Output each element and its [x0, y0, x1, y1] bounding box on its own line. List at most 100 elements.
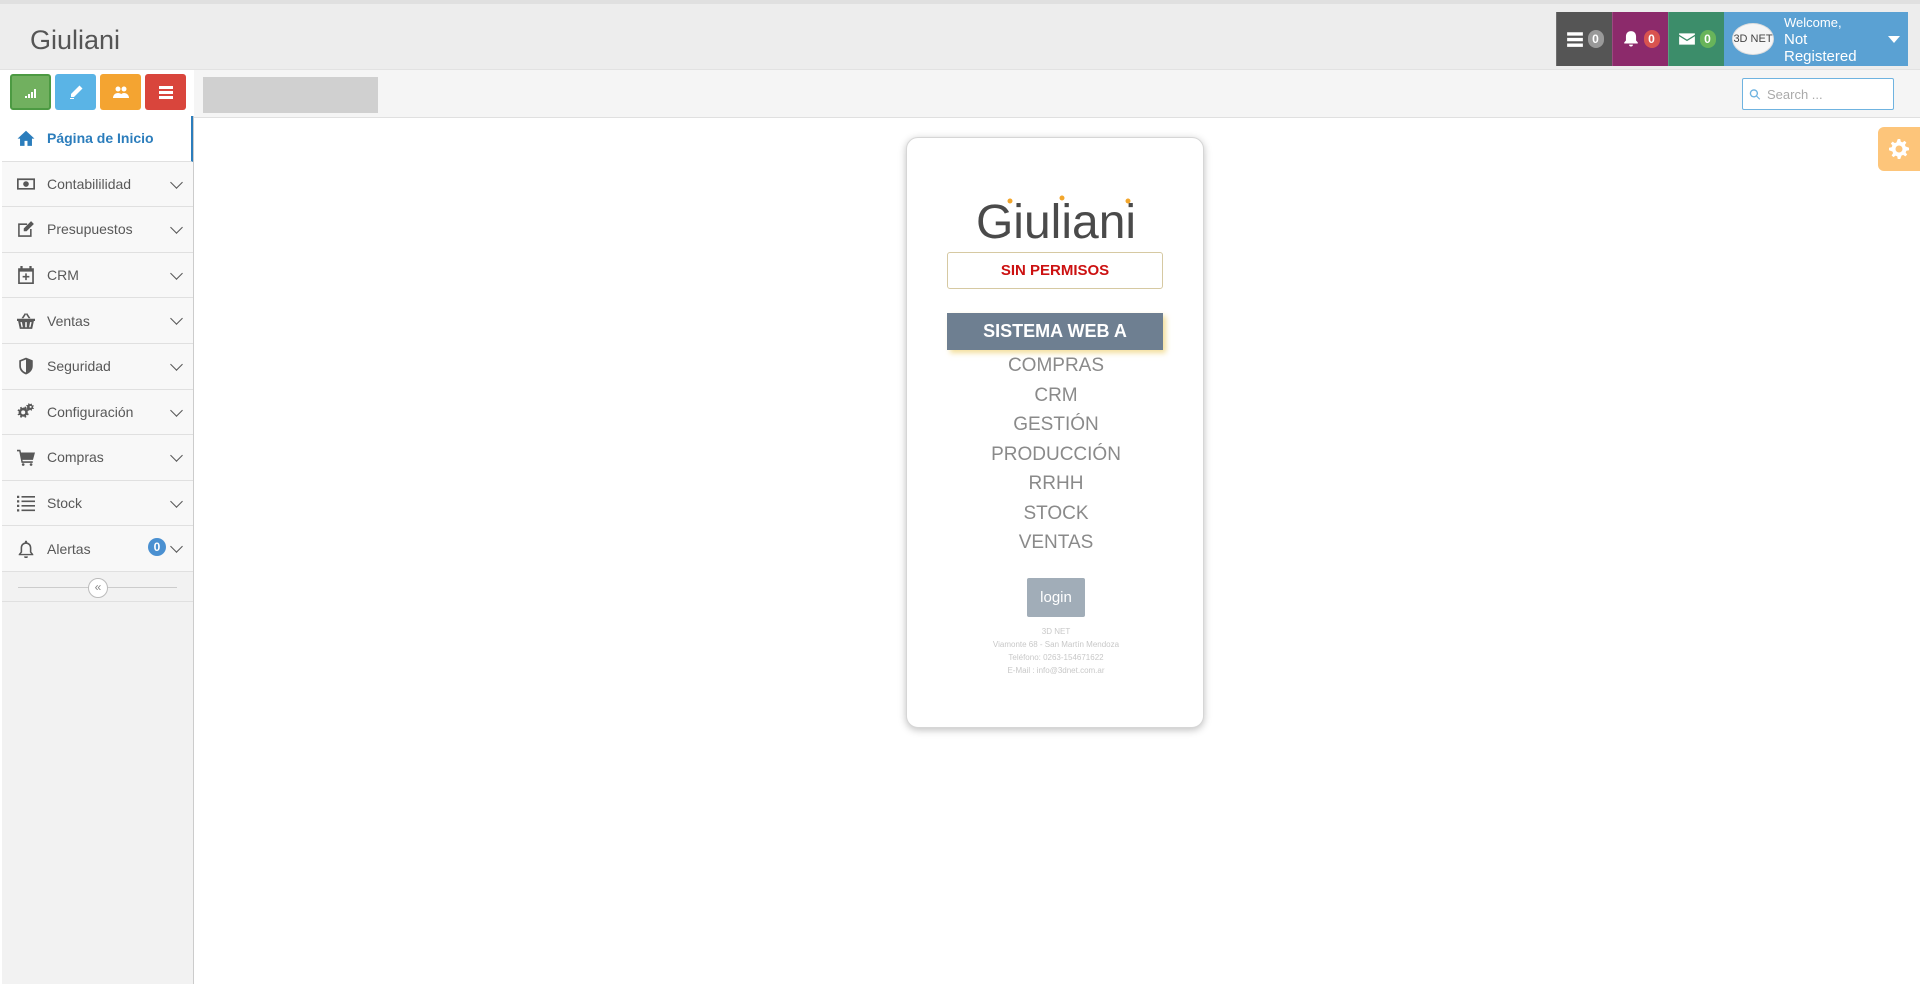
sidebar-item-label: Compras	[47, 449, 104, 466]
shortcut-list-button[interactable]	[145, 74, 186, 110]
alerts-badge: 0	[148, 538, 166, 557]
brand-logo[interactable]: Giuliani	[30, 18, 140, 58]
company-email: E-Mail : info@3dnet.com.ar	[1007, 666, 1105, 675]
card-logo: Giuliani	[976, 195, 1136, 249]
company-address: Viamonte 68 - San Martín Mendoza	[992, 640, 1120, 649]
search-icon	[1749, 88, 1761, 100]
chevron-down-icon	[170, 540, 183, 554]
chevron-down-icon	[170, 175, 183, 189]
module-item: GESTIÓN	[1013, 414, 1099, 435]
sidebar-item-inicio[interactable]: Página de Inicio	[2, 116, 193, 162]
sidebar-item-label: Seguridad	[47, 358, 111, 375]
chevron-down-icon	[170, 403, 183, 417]
sidebar-item-label: Alertas	[47, 540, 91, 557]
tasks-button[interactable]: 0	[1556, 12, 1612, 66]
company-info: 3D NET Viamonte 68 - San Martín Mendoza …	[907, 625, 1205, 677]
sidebar-item-crm[interactable]: CRM	[2, 252, 193, 299]
navbar-actions: 0 0 0 3D NET Welcome, Not Registered	[1556, 12, 1908, 66]
envelope-icon	[1678, 33, 1695, 45]
module-item: CRM	[1034, 384, 1078, 406]
sidebar-item-ventas[interactable]: Ventas	[2, 298, 193, 344]
sidebar-item-seguridad[interactable]: Seguridad	[2, 343, 193, 390]
chevron-down-icon	[170, 358, 183, 371]
shortcut-edit-button[interactable]	[55, 74, 96, 110]
breadcrumb	[203, 77, 378, 113]
user-name: Not Registered	[1784, 30, 1857, 65]
breadcrumb-bar	[194, 70, 1920, 118]
basket-icon	[16, 311, 36, 331]
sidebar-item-configuracion[interactable]: Configuración	[2, 389, 193, 436]
headline: SISTEMA WEB A MEDIDA	[947, 313, 1163, 378]
chevron-down-icon	[170, 449, 183, 463]
caret-down-icon	[1888, 35, 1900, 43]
bell-icon	[16, 539, 36, 559]
module-item: RRHH	[1028, 473, 1084, 494]
settings-toggle[interactable]	[1878, 127, 1920, 171]
login-button[interactable]: login	[1027, 578, 1085, 617]
sidebar-item-label: Configuración	[47, 403, 134, 420]
user-menu[interactable]: 3D NET Welcome, Not Registered	[1724, 12, 1908, 66]
money-icon	[16, 174, 36, 194]
bell-icon	[1623, 31, 1638, 47]
sidebar-item-label: Página de Inicio	[47, 130, 154, 147]
list-icon	[16, 493, 36, 513]
logo-dot	[1125, 198, 1131, 204]
sidebar-item-label: CRM	[47, 267, 79, 284]
brand-logo-text: Giuliani	[30, 25, 120, 55]
shortcut-buttons	[10, 74, 186, 110]
list-icon	[158, 86, 173, 99]
avatar: 3D NET	[1732, 23, 1774, 55]
sidebar-collapse-button[interactable]: «	[88, 577, 108, 598]
tasks-badge: 0	[1587, 30, 1604, 48]
shield-icon	[16, 356, 36, 376]
sidebar-item-alertas[interactable]: Alertas 0	[2, 526, 193, 572]
module-item: VENTAS	[1018, 532, 1094, 553]
users-icon	[112, 86, 129, 98]
gear-icon	[1889, 139, 1909, 159]
sidebar-item-presupuestos[interactable]: Presupuestos	[2, 207, 193, 253]
chevron-down-icon	[170, 266, 183, 280]
shortcut-stats-button[interactable]	[10, 74, 51, 110]
tasks-icon	[1566, 32, 1583, 47]
company-name: 3D NET	[1041, 627, 1071, 636]
user-info: Welcome, Not Registered	[1784, 14, 1878, 65]
logo-dot	[1007, 198, 1013, 204]
sidebar-item-label: Ventas	[47, 312, 90, 329]
search-input[interactable]	[1767, 86, 1887, 102]
signal-icon	[24, 89, 36, 98]
cogs-icon	[16, 402, 36, 422]
module-list: COMPRAS CRM GESTIÓN PRODUCCIÓN RRHH STOC…	[907, 351, 1205, 558]
chevron-down-icon	[170, 312, 183, 326]
chevron-down-icon	[170, 221, 183, 235]
calendar-plus-icon	[16, 265, 36, 285]
sidebar-item-contabilidad[interactable]: Contabililidad	[2, 161, 193, 208]
edit-icon	[16, 219, 36, 239]
sidebar-item-stock[interactable]: Stock	[2, 480, 193, 527]
sidebar-item-compras[interactable]: Compras	[2, 435, 193, 481]
sidebar-item-label: Presupuestos	[47, 221, 133, 238]
login-card: Giuliani SIN PERMISOS SISTEMA WEB A MEDI…	[906, 137, 1204, 728]
pencil-icon	[69, 85, 82, 99]
card-logo-text: Giuliani	[976, 196, 1136, 249]
logo-dot	[1059, 195, 1065, 201]
sidebar-item-label: Contabililidad	[47, 175, 132, 192]
shortcut-users-button[interactable]	[100, 74, 141, 110]
sidebar: Página de Inicio Contabililidad Presupue…	[2, 116, 194, 984]
sidebar-collapse-row: «	[2, 571, 193, 602]
notifications-badge: 0	[1643, 30, 1660, 48]
module-item: PRODUCCIÓN	[991, 443, 1121, 465]
home-icon	[16, 128, 36, 148]
chevron-down-icon	[170, 494, 183, 508]
status-badge: SIN PERMISOS	[947, 252, 1163, 289]
cart-icon	[16, 447, 36, 467]
module-item: STOCK	[1023, 502, 1089, 524]
company-phone: Teléfono: 0263-154671622	[1008, 653, 1104, 662]
top-navbar: Giuliani 0 0 0 3D NET Welcome, Not Regis…	[0, 0, 1920, 70]
search-box[interactable]	[1742, 78, 1894, 110]
module-item: COMPRAS	[1007, 355, 1105, 376]
user-greeting: Welcome,	[1784, 14, 1842, 30]
notifications-button[interactable]: 0	[1612, 12, 1668, 66]
messages-badge: 0	[1699, 30, 1716, 48]
sidebar-item-label: Stock	[47, 495, 83, 512]
messages-button[interactable]: 0	[1668, 12, 1724, 66]
